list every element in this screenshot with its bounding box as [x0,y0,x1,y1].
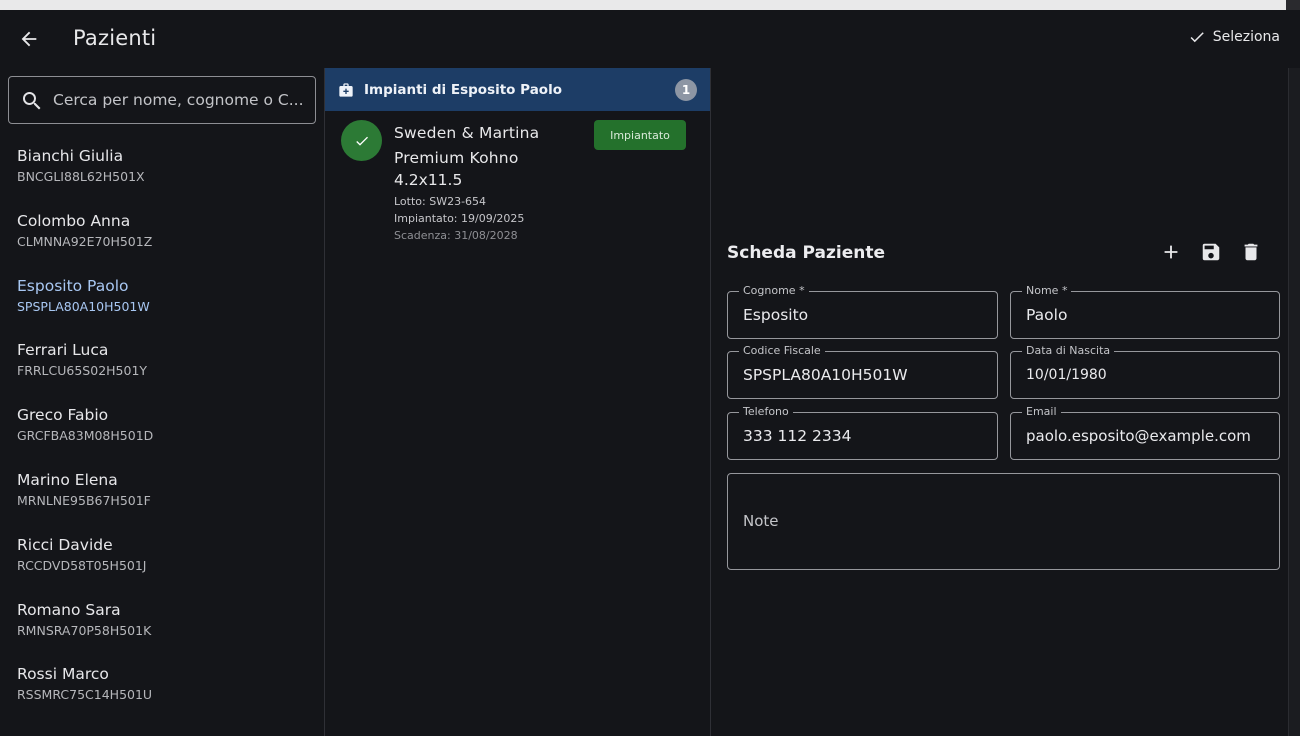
patient-list-item[interactable]: Marino Elena MRNLNE95B67H501F [0,460,324,525]
patient-list-item[interactable]: Ricci Davide RCCDVD58T05H501J [0,525,324,590]
email-label: Email [1022,405,1061,419]
patient-list: Bianchi Giulia BNCGLI88L62H501X Colombo An… [0,136,324,719]
implants-count-badge: 1 [675,79,697,101]
birth-date-label: Data di Nascita [1022,344,1115,358]
patient-list-item[interactable]: Colombo Anna CLMNNA92E70H501Z [0,201,324,266]
window-top-strip-edge [1286,0,1300,10]
patient-name: Ferrari Luca [17,341,109,360]
note-field [727,473,1280,570]
patient-name: Colombo Anna [17,211,131,230]
implant-size: 4.2x11.5 [394,171,463,189]
birth-date-field: Data di Nascita [1010,344,1280,399]
note-input[interactable] [743,512,1263,552]
cognome-field: Cognome * [727,284,998,339]
check-icon [355,136,368,146]
back-button[interactable] [14,24,44,54]
codice-fiscale-field: Codice Fiscale [727,344,998,399]
select-button[interactable]: Seleziona [1188,28,1280,46]
telefono-field: Telefono [727,405,998,460]
patient-name: Rossi Marco [17,665,109,684]
telefono-label: Telefono [739,405,793,419]
page-title: Pazienti [73,26,157,50]
patient-codice-fiscale: BNCGLI88L62H501X [17,169,145,184]
nome-label: Nome * [1022,284,1072,298]
patient-codice-fiscale: SPSPLA80A10H501W [17,298,150,314]
email-input[interactable] [1026,427,1274,445]
codice-fiscale-label: Codice Fiscale [739,344,825,358]
check-icon [1190,32,1204,43]
implant-name: Sweden & Martina Premium Kohno [394,124,540,167]
codice-fiscale-input[interactable] [743,366,992,384]
check-circle-icon [341,120,382,161]
implant-card[interactable]: Sweden & Martina Premium Kohno 4.2x11.5 … [325,111,710,251]
delete-button[interactable] [1240,240,1262,264]
cognome-label: Cognome * [739,284,809,298]
patient-name: Bianchi Giulia [17,147,124,165]
implants-header-title: Impianti di Esposito Paolo [364,81,562,98]
implants-panel: Impianti di Esposito Paolo 1 Sweden & Ma… [325,68,711,736]
implant-expiry: Scadenza: 31/08/2028 [394,229,518,242]
patient-list-item[interactable]: Esposito Paolo SPSPLA80A10H501W [0,266,324,331]
telefono-input[interactable] [743,427,992,445]
save-icon [1202,243,1220,261]
patient-list-item[interactable]: Bianchi Giulia BNCGLI88L62H501X [0,136,324,201]
implants-header: Impianti di Esposito Paolo 1 [325,68,710,111]
patient-codice-fiscale: CLMNNA92E70H501Z [17,233,153,249]
patient-name: Greco Fabio [17,406,109,425]
select-button-label: Seleziona [1212,29,1280,45]
arrow-left-icon [21,31,37,47]
nome-input[interactable] [1026,306,1274,324]
implant-lotto: Lotto: SW23-654 [394,195,487,208]
window-right-edge [1288,68,1300,736]
patient-name: Romano Sara [17,600,121,619]
patient-name: Marino Elena [17,470,118,489]
patient-codice-fiscale: RCCDVD58T05H501J [17,557,147,573]
email-field: Email [1010,405,1280,460]
search-input[interactable] [53,91,305,109]
patient-codice-fiscale: GRCFBA83M08H501D [17,428,154,444]
patient-list-item[interactable]: Ferrari Luca FRRLCU65S02H501Y [0,330,324,395]
patient-codice-fiscale: MRNLNE95B67H501F [17,492,151,508]
medical-kit-icon [339,82,353,97]
birth-date-input[interactable] [1026,367,1274,383]
window-top-strip [0,0,1300,10]
cognome-input[interactable] [743,306,992,324]
add-button[interactable] [1160,240,1182,264]
patient-form-panel: Scheda Paziente Cognome * Nome * Codice … [711,68,1288,736]
nome-field: Nome * [1010,284,1280,339]
patient-list-panel: Bianchi Giulia BNCGLI88L62H501X Colombo An… [0,68,325,736]
patient-codice-fiscale: FRRLCU65S02H501Y [17,363,148,379]
patient-name: Ricci Davide [17,535,113,554]
patient-codice-fiscale: RMNSRA70P58H501K [17,622,152,638]
search-icon [23,92,41,110]
form-actions [1160,240,1262,264]
save-button[interactable] [1200,240,1222,264]
plus-icon [1164,245,1178,259]
form-title: Scheda Paziente [727,243,885,263]
patient-list-item[interactable]: Romano Sara RMNSRA70P58H501K [0,590,324,655]
patient-name: Esposito Paolo [17,276,129,295]
patient-list-item[interactable]: Greco Fabio GRCFBA83M08H501D [0,395,324,460]
search-box[interactable] [8,76,316,124]
patient-codice-fiscale: RSSMRC75C14H501U [17,687,153,703]
app-bar: Pazienti Seleziona [0,10,1300,68]
implant-date: Impiantato: 19/09/2025 [394,212,525,225]
implant-status-chip[interactable]: Impiantato [594,120,686,150]
patient-list-item[interactable]: Rossi Marco RSSMRC75C14H501U [0,654,324,719]
trash-icon [1244,243,1258,261]
